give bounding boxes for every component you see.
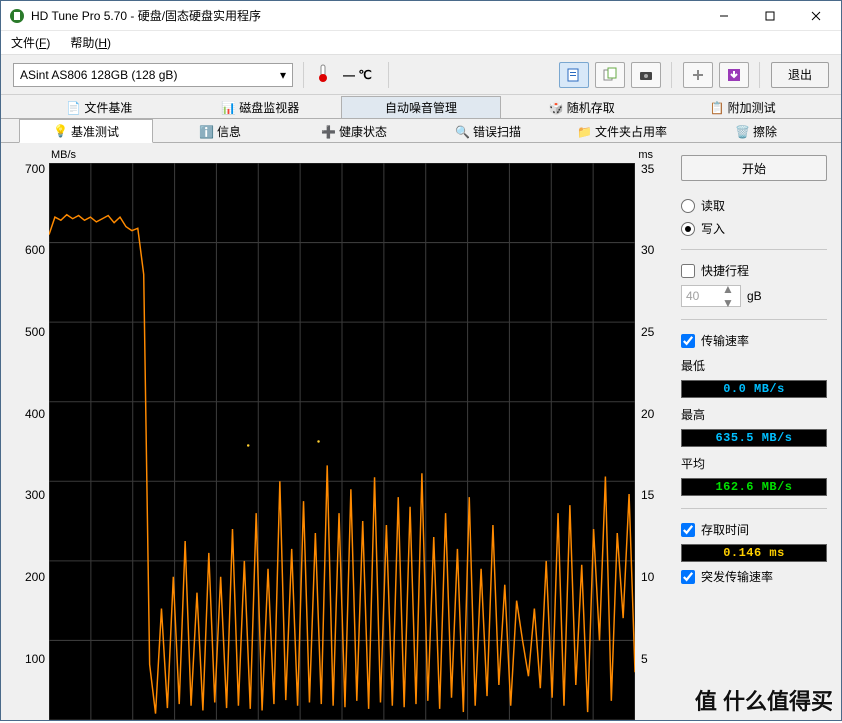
y2-axis-label: ms <box>638 149 653 161</box>
trash-icon: 🗑️ <box>735 125 749 139</box>
screenshot-button[interactable] <box>631 62 661 88</box>
monitor-icon: 📊 <box>221 101 235 115</box>
close-button[interactable] <box>793 1 839 31</box>
tab-file-benchmark[interactable]: 📄文件基准 <box>19 96 180 118</box>
extra-icon: 📋 <box>710 101 724 115</box>
tab-extra-tests[interactable]: 📋附加测试 <box>662 96 823 118</box>
drive-select-value: ASint AS806 128GB (128 gB) <box>20 68 177 82</box>
transfer-rate-check[interactable]: 传输速率 <box>681 332 827 349</box>
avg-label: 平均 <box>681 455 827 472</box>
menu-bar: 文件(F) 帮助(H) <box>1 31 841 55</box>
avg-value: 162.6 MB/s <box>681 478 827 496</box>
tab-folder-usage[interactable]: 📁文件夹占用率 <box>555 120 689 142</box>
tab-random-access[interactable]: 🎲随机存取 <box>501 96 662 118</box>
menu-file[interactable]: 文件(F) <box>11 34 50 51</box>
chart-area: MB/s ms 700600500400300200100 3530252015… <box>1 143 671 720</box>
read-radio[interactable]: 读取 <box>681 197 827 214</box>
thermometer-icon <box>315 63 331 86</box>
y2-ticks: 3530252015105 <box>639 163 659 720</box>
menu-help[interactable]: 帮助(H) <box>70 34 111 51</box>
bulb-icon: 💡 <box>53 124 67 138</box>
access-time-check[interactable]: 存取时间 <box>681 521 827 538</box>
tab-disk-monitor[interactable]: 📊磁盘监视器 <box>180 96 341 118</box>
tab-benchmark[interactable]: 💡基准测试 <box>19 119 153 143</box>
copy-info-button[interactable] <box>559 62 589 88</box>
folder-icon: 📁 <box>577 125 591 139</box>
temperature-value: — ℃ <box>343 68 372 82</box>
titlebar: HD Tune Pro 5.70 - 硬盘/固态硬盘实用程序 <box>1 1 841 31</box>
tab-error-scan[interactable]: 🔍错误扫描 <box>421 120 555 142</box>
min-value: 0.0 MB/s <box>681 380 827 398</box>
separator <box>759 62 761 88</box>
exit-button[interactable]: 退出 <box>771 62 829 88</box>
sidebar: 开始 读取 写入 快捷行程 40▲▼ gB 传输速率 最低 0.0 MB/s 最… <box>671 143 841 720</box>
content-area: MB/s ms 700600500400300200100 3530252015… <box>1 143 841 720</box>
window-title: HD Tune Pro 5.70 - 硬盘/固态硬盘实用程序 <box>31 7 701 24</box>
tab-row-lower: 💡基准测试 ℹ️信息 ➕健康状态 🔍错误扫描 📁文件夹占用率 🗑️擦除 <box>1 119 841 143</box>
dropdown-icon: ▾ <box>280 68 286 82</box>
health-icon: ➕ <box>321 125 335 139</box>
drive-select[interactable]: ASint AS806 128GB (128 gB) ▾ <box>13 63 293 87</box>
save-button[interactable] <box>719 62 749 88</box>
search-icon: 🔍 <box>455 125 469 139</box>
write-radio[interactable]: 写入 <box>681 220 827 237</box>
maximize-button[interactable] <box>747 1 793 31</box>
file-icon: 📄 <box>66 101 80 115</box>
separator <box>681 508 827 509</box>
max-value: 635.5 MB/s <box>681 429 827 447</box>
app-icon <box>9 8 25 24</box>
separator <box>671 62 673 88</box>
tab-health[interactable]: ➕健康状态 <box>287 120 421 142</box>
burst-rate-check[interactable]: 突发传输速率 <box>681 568 827 585</box>
minimize-button[interactable] <box>701 1 747 31</box>
short-stroke-value[interactable]: 40▲▼ gB <box>681 285 827 307</box>
min-label: 最低 <box>681 357 827 374</box>
separator <box>681 249 827 250</box>
separator <box>303 62 305 88</box>
tab-aam[interactable]: 自动噪音管理 <box>341 96 502 118</box>
max-label: 最高 <box>681 406 827 423</box>
tab-row-upper: 📄文件基准 📊磁盘监视器 自动噪音管理 🎲随机存取 📋附加测试 <box>1 95 841 119</box>
separator <box>388 62 390 88</box>
y-axis-label: MB/s <box>51 149 76 161</box>
info-icon: ℹ️ <box>199 125 213 139</box>
access-value: 0.146 ms <box>681 544 827 562</box>
short-stroke-check[interactable]: 快捷行程 <box>681 262 827 279</box>
tab-erase[interactable]: 🗑️擦除 <box>689 120 823 142</box>
settings-button[interactable] <box>683 62 713 88</box>
toolbar: ASint AS806 128GB (128 gB) ▾ — ℃ 退出 <box>1 55 841 95</box>
copy-screenshot-button[interactable] <box>595 62 625 88</box>
y-ticks: 700600500400300200100 <box>19 163 47 720</box>
separator <box>681 319 827 320</box>
benchmark-chart <box>49 163 635 720</box>
random-icon: 🎲 <box>549 101 563 115</box>
tab-info[interactable]: ℹ️信息 <box>153 120 287 142</box>
start-button[interactable]: 开始 <box>681 155 827 181</box>
